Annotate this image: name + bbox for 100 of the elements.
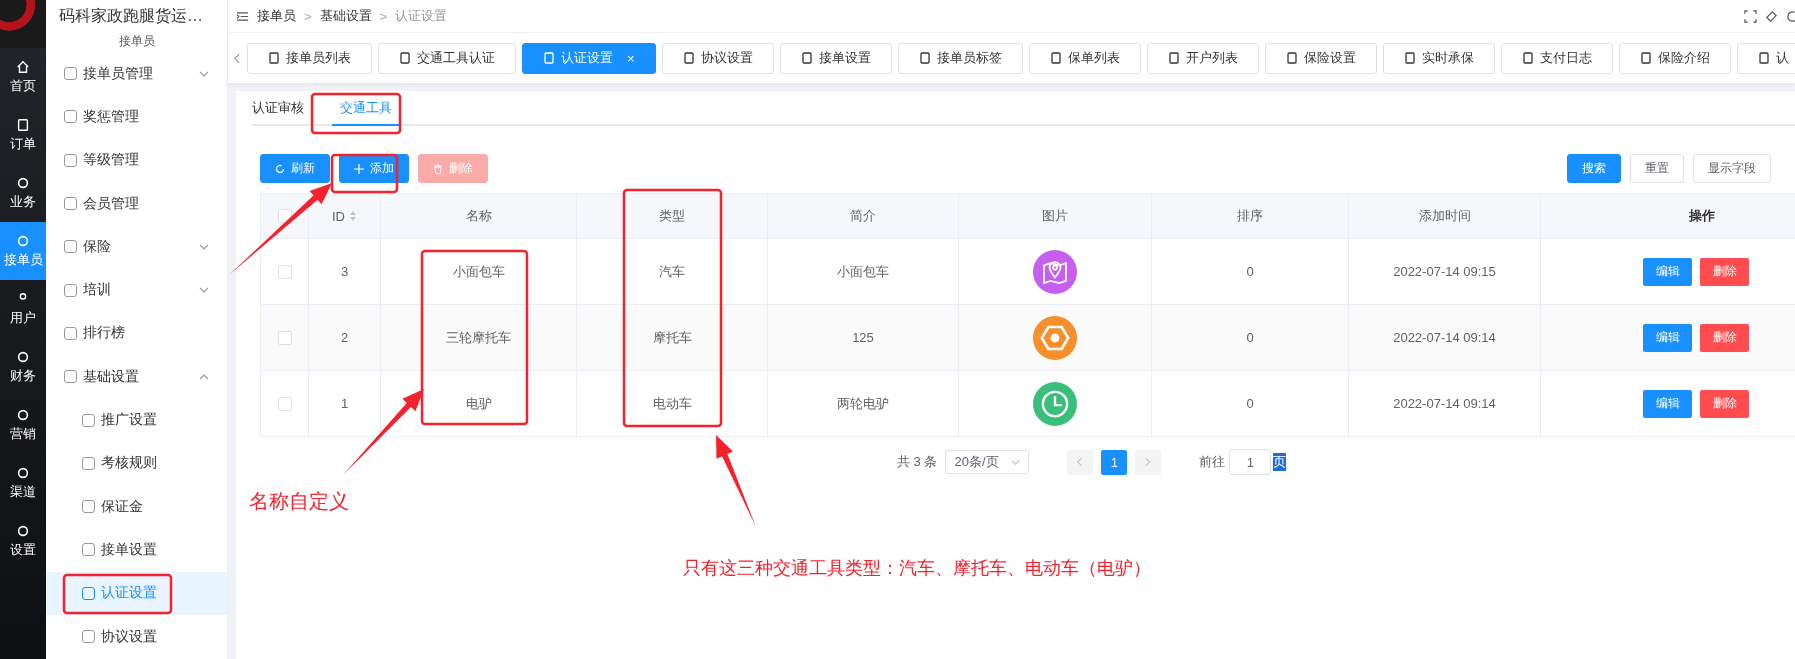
menu-icon[interactable] — [236, 9, 249, 23]
square-icon — [82, 586, 95, 600]
reset-button[interactable]: 重置 — [1630, 154, 1684, 183]
eraser-icon[interactable] — [1765, 9, 1778, 23]
breadcrumb-separator: > — [304, 8, 312, 24]
page-tab[interactable]: 保险设置 — [1264, 42, 1377, 74]
table-cell: 2022-07-14 09:15 — [1393, 264, 1496, 279]
submenu-item[interactable]: 接单设置 — [46, 528, 227, 572]
chevron-right-icon — [1145, 457, 1152, 467]
submenu-item[interactable]: 保证金 — [46, 484, 227, 529]
document-icon — [1521, 52, 1534, 64]
page-tab[interactable]: 协议设置 — [661, 42, 774, 74]
page-tab[interactable]: 保单列表 — [1028, 42, 1141, 74]
table-cell: 125 — [852, 330, 874, 345]
square-icon — [82, 543, 95, 557]
rail-icon — [16, 59, 30, 74]
rail-item[interactable]: 财务 — [0, 338, 46, 396]
square-icon — [64, 110, 77, 124]
breadcrumb-separator: > — [379, 8, 388, 24]
rail-icon — [16, 349, 30, 364]
document-icon — [1285, 52, 1298, 64]
page-suffix: 页 — [1273, 453, 1287, 471]
sort-icon[interactable] — [349, 210, 357, 222]
rail-item[interactable]: 渠道 — [0, 454, 46, 512]
page-input[interactable]: 1 — [1229, 449, 1272, 475]
menu-item[interactable]: 排行榜 — [46, 311, 227, 356]
table-cell: 2022-07-14 09:14 — [1393, 396, 1496, 411]
menu-item[interactable]: 保险 — [46, 225, 227, 269]
square-icon — [64, 240, 77, 254]
document-icon — [918, 52, 931, 64]
page-tab[interactable]: 实时承保 — [1382, 42, 1495, 74]
column-header: 名称 — [465, 207, 492, 225]
submenu-item[interactable]: 协议设置 — [46, 614, 227, 659]
document-icon — [1757, 52, 1770, 64]
table-cell: 1 — [340, 396, 349, 411]
sub-tab[interactable]: 认证审核 — [252, 91, 312, 124]
logo-icon — [0, 0, 46, 48]
prev-page-button[interactable] — [1067, 449, 1094, 475]
page-size-select[interactable]: 20条/页 — [945, 450, 1030, 474]
document-icon — [1049, 52, 1062, 64]
table-cell: 0 — [1246, 264, 1254, 279]
rail-icon — [16, 465, 30, 480]
page-tab[interactable]: 接单设置 — [779, 42, 892, 74]
square-icon — [82, 456, 95, 470]
trash-icon — [433, 163, 443, 174]
page-tab[interactable]: 认 — [1736, 42, 1795, 74]
plus-icon — [354, 163, 364, 174]
select-all-checkbox[interactable] — [277, 209, 292, 223]
page-tab[interactable]: 交通工具认证 — [378, 42, 516, 74]
document-icon — [1403, 52, 1416, 64]
rail-icon — [16, 175, 30, 190]
rail-item[interactable]: 营销 — [0, 396, 46, 454]
rail-item[interactable]: 用户 — [0, 280, 46, 338]
refresh-icon — [275, 163, 285, 174]
column-header: 类型 — [659, 207, 685, 225]
annotation-text: 名称自定义 — [249, 489, 349, 514]
breadcrumb-item[interactable]: 基础设置 — [319, 7, 372, 25]
refresh-icon[interactable] — [1786, 9, 1795, 23]
menu-item[interactable]: 培训 — [46, 268, 227, 312]
submenu-item[interactable]: 推广设置 — [46, 398, 227, 442]
page-tab[interactable]: 支付日志 — [1500, 42, 1613, 74]
row-checkbox[interactable] — [277, 396, 292, 411]
square-icon — [64, 153, 77, 167]
section-label: 接单员 — [118, 33, 155, 50]
column-header: 简介 — [850, 207, 876, 225]
menu-item[interactable]: 接单员管理 — [46, 52, 227, 96]
column-header: 添加时间 — [1418, 207, 1471, 225]
caret-icon — [1011, 457, 1021, 467]
scroll-left-icon[interactable] — [234, 52, 241, 64]
next-page-button[interactable] — [1135, 449, 1162, 475]
rail-item[interactable]: 业务 — [0, 164, 46, 222]
rail-item[interactable]: 订单 — [0, 106, 46, 164]
page-tab[interactable]: 接单员标签 — [897, 42, 1023, 74]
rail-icon — [16, 407, 30, 422]
column-header: ID — [332, 208, 345, 224]
menu-item[interactable]: 会员管理 — [46, 181, 227, 226]
rail-icon — [16, 233, 30, 248]
document-icon — [1639, 52, 1652, 64]
page-tab[interactable]: 接单员列表 — [247, 42, 372, 74]
table-cell: 汽车 — [659, 262, 685, 281]
document-icon — [682, 52, 695, 64]
highlight-box — [330, 153, 399, 194]
square-icon — [64, 326, 77, 340]
breadcrumb-item[interactable]: 接单员 — [257, 7, 296, 25]
menu-item[interactable]: 基础设置 — [46, 355, 227, 399]
submenu-item[interactable]: 考核规则 — [46, 441, 227, 485]
columns-button[interactable]: 显示字段 — [1693, 154, 1771, 183]
page-tab[interactable]: 开户列表 — [1146, 42, 1259, 74]
rail-item[interactable]: 设置 — [0, 512, 46, 570]
row-checkbox[interactable] — [277, 330, 292, 345]
table-cell: 电动车 — [652, 394, 692, 413]
row-checkbox[interactable] — [277, 264, 292, 279]
fullscreen-icon[interactable] — [1744, 9, 1757, 23]
page-tab[interactable]: 保险介绍 — [1618, 42, 1731, 74]
rail-icon — [16, 523, 30, 538]
square-icon — [82, 630, 95, 643]
menu-item[interactable]: 等级管理 — [46, 138, 227, 182]
menu-item[interactable]: 奖惩管理 — [46, 95, 227, 139]
document-icon — [543, 52, 555, 64]
rail-item[interactable]: 首页 — [0, 48, 46, 106]
